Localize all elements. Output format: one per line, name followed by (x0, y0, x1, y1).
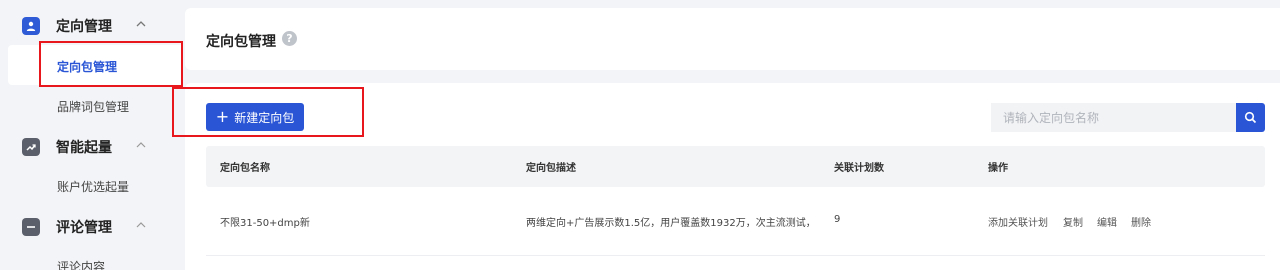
new-targeting-package-button[interactable]: + 新建定向包 (206, 103, 304, 131)
chevron-up-icon[interactable] (134, 17, 148, 31)
sidebar-group-smart-boost[interactable]: 智能起量 (22, 137, 146, 157)
page-title: 定向包管理 (206, 34, 276, 50)
column-header-description: 定向包描述 (526, 163, 576, 174)
sidebar-group-targeting[interactable]: 定向管理 (22, 16, 146, 36)
content-panel: + 新建定向包 定向包名称 定向包描述 关联计划数 操作 不限31-50+dmp… (185, 83, 1280, 270)
search-input[interactable] (991, 103, 1236, 132)
table-row: 不限31-50+dmp新 两维定向+广告展示数1.5亿，用户覆盖数1932万，次… (206, 187, 1265, 256)
search-button[interactable] (1236, 103, 1265, 132)
sidebar-group-title: 评论管理 (56, 220, 112, 236)
add-linked-plan-link[interactable]: 添加关联计划 (988, 214, 1048, 229)
edit-link[interactable]: 编辑 (1097, 214, 1117, 229)
search-bar (991, 103, 1265, 132)
column-header-plan-count: 关联计划数 (834, 163, 884, 174)
search-icon (1244, 111, 1257, 124)
sidebar-item-comment-content[interactable]: 评论内容 (57, 258, 105, 270)
plus-icon: + (215, 107, 230, 126)
copy-link[interactable]: 复制 (1063, 214, 1083, 229)
table-header: 定向包名称 定向包描述 关联计划数 操作 (206, 146, 1265, 187)
sidebar-group-comments[interactable]: 评论管理 (22, 217, 146, 237)
cell-plan-count: 9 (834, 214, 841, 225)
sidebar: 定向管理 定向包管理 品牌词包管理 智能起量 账户优选起量 评论管理 评论内容 (0, 0, 185, 270)
targeting-package-table: 定向包名称 定向包描述 关联计划数 操作 不限31-50+dmp新 两维定向+广… (206, 146, 1265, 256)
cell-package-name: 不限31-50+dmp新 (220, 218, 310, 229)
delete-link[interactable]: 删除 (1131, 214, 1151, 229)
sidebar-item-targeting-packages[interactable]: 定向包管理 (57, 58, 117, 75)
column-header-name: 定向包名称 (220, 163, 270, 174)
comment-icon (22, 218, 40, 236)
chevron-up-icon[interactable] (134, 138, 148, 152)
help-icon[interactable]: ? (282, 31, 297, 46)
sidebar-group-title: 智能起量 (56, 140, 112, 156)
sidebar-item-brand-keywords[interactable]: 品牌词包管理 (57, 98, 129, 115)
sidebar-group-title: 定向管理 (56, 19, 112, 35)
sidebar-item-account-boost[interactable]: 账户优选起量 (57, 178, 129, 195)
user-icon (22, 17, 40, 35)
trend-icon (22, 138, 40, 156)
cell-package-description: 两维定向+广告展示数1.5亿，用户覆盖数1932万，次主流测试，: (526, 218, 816, 229)
column-header-actions: 操作 (988, 163, 1008, 174)
page-header: 定向包管理 ? (185, 8, 1280, 70)
chevron-up-icon[interactable] (134, 218, 148, 232)
new-button-label: 新建定向包 (234, 110, 295, 125)
